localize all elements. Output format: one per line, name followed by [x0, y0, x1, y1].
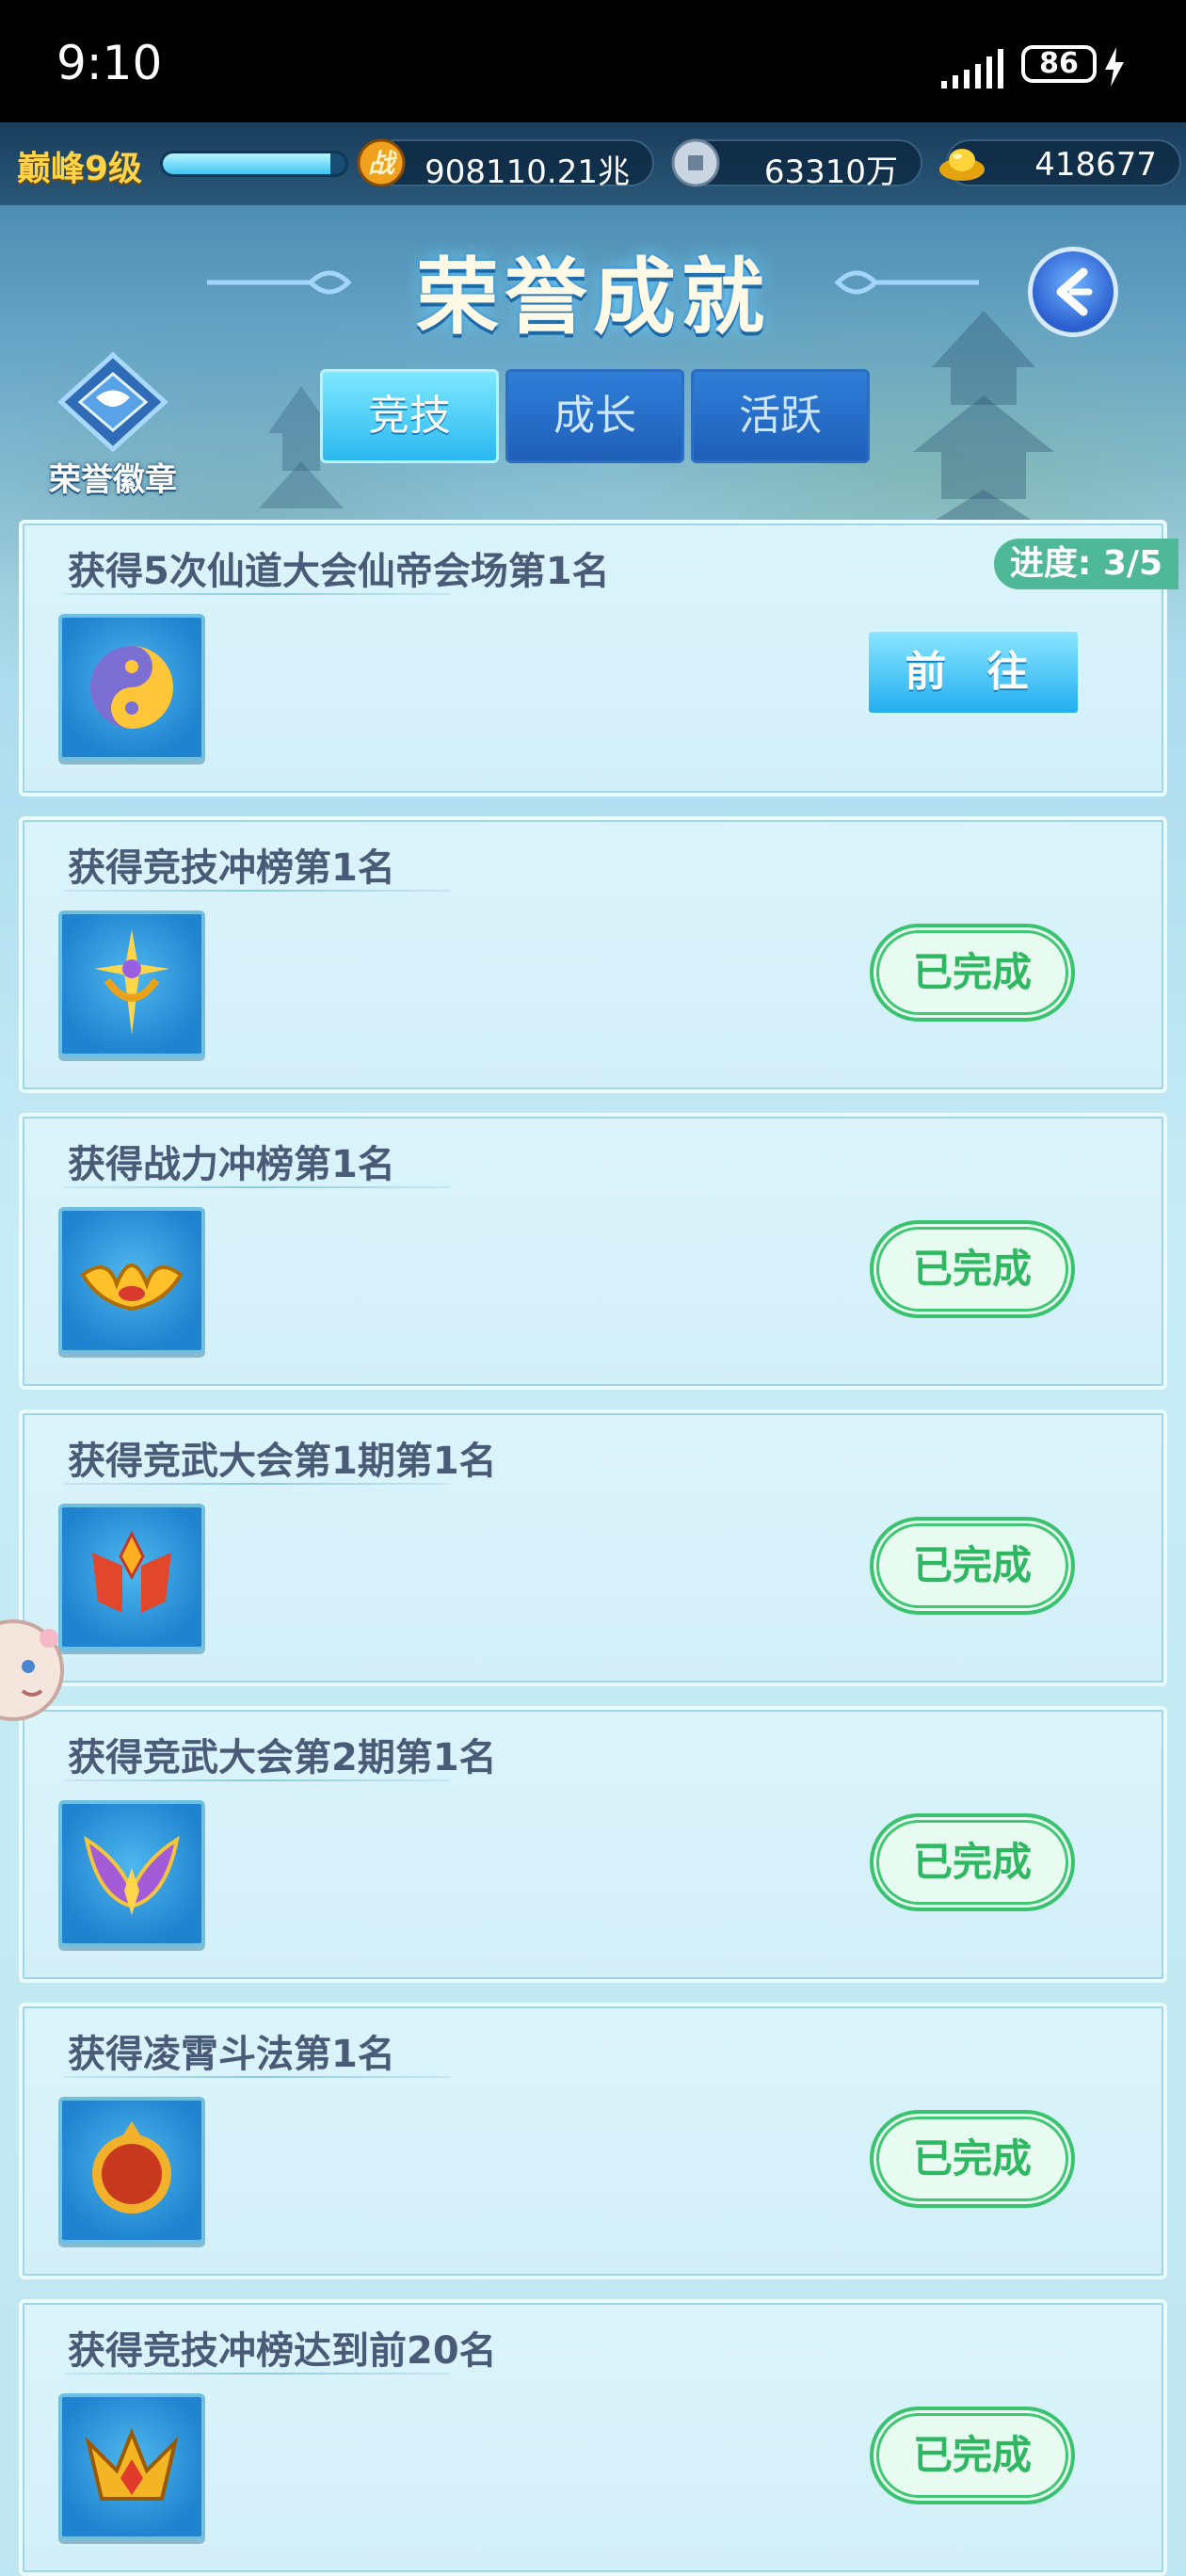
achievement-card: 获得竞武大会第1期第1名 已完成 [19, 1409, 1167, 1686]
resource-bar: 巅峰9级 908110.21兆 战 63310万 418677 [0, 122, 1186, 205]
achievement-card: 获得5次仙道大会仙帝会场第1名 进度: 3/5 前 往 [19, 520, 1178, 797]
combat-power-icon: 战 [356, 137, 407, 188]
title-banner: 荣誉成就 [207, 231, 979, 346]
silver-coin-icon [670, 137, 721, 188]
achievement-card: 获得竞武大会第2期第1名 已完成 [19, 1706, 1167, 1983]
go-button[interactable]: 前 往 [866, 629, 1081, 716]
achievement-title: 获得竞技冲榜第1名 [68, 846, 395, 890]
tab-competitive[interactable]: 竞技 [320, 369, 499, 463]
title-divider [64, 593, 450, 595]
achievement-title: 获得5次仙道大会仙帝会场第1名 [68, 550, 610, 593]
red-shield-emblem-icon [58, 2097, 205, 2244]
yin-yang-orb-icon [58, 614, 205, 761]
star-trident-icon [58, 910, 205, 1057]
achievement-card: 获得竞技冲榜达到前20名 已完成 [19, 2299, 1167, 2576]
title-divider [64, 1483, 450, 1485]
signal-strength-icon [941, 49, 1003, 89]
player-level: 巅峰9级 [17, 150, 143, 188]
completed-badge: 已完成 [870, 1220, 1075, 1318]
completed-badge: 已完成 [870, 1517, 1075, 1615]
svg-text:战: 战 [368, 148, 398, 179]
title-divider [64, 1779, 450, 1781]
back-button[interactable] [1028, 247, 1118, 337]
experience-bar [160, 151, 348, 177]
red-banner-crest-icon [58, 1504, 205, 1650]
tab-growth[interactable]: 成长 [505, 369, 684, 463]
battery-indicator: 86 [1021, 45, 1097, 83]
honor-badge-label: 荣誉徽章 [49, 461, 177, 499]
progress-tag: 进度: 3/5 [994, 539, 1178, 589]
achievement-title: 获得竞技冲榜达到前20名 [68, 2329, 497, 2373]
title-divider [64, 2076, 450, 2078]
experience-fill [163, 153, 331, 174]
combat-power-value: 908110.21兆 [425, 153, 630, 191]
achievement-card: 获得竞技冲榜第1名 已完成 [19, 816, 1167, 1093]
honor-badge-icon [57, 351, 168, 453]
completed-badge: 已完成 [870, 2110, 1075, 2208]
achievement-card: 获得凌霄斗法第1名 已完成 [19, 2003, 1167, 2279]
completed-badge: 已完成 [870, 924, 1075, 1022]
system-status-bar: 9:10 86 [0, 0, 1186, 122]
completed-badge: 已完成 [870, 2407, 1075, 2504]
achievement-title: 获得凌霄斗法第1名 [68, 2033, 395, 2076]
page-title: 荣誉成就 [415, 249, 770, 346]
gold-gem-crown-icon [58, 2393, 205, 2540]
combat-power-pill: 908110.21兆 [372, 139, 654, 191]
golden-crown-icon [58, 1207, 205, 1354]
tab-activity[interactable]: 活跃 [691, 369, 870, 463]
honor-badge-button[interactable]: 荣誉徽章 [38, 350, 188, 501]
completed-badge: 已完成 [870, 1813, 1075, 1911]
gold-value: 418677 [1034, 146, 1157, 184]
achievement-card: 获得战力冲榜第1名 已完成 [19, 1113, 1167, 1390]
back-arrow-icon [1056, 267, 1093, 316]
achievement-title: 获得竞武大会第1期第1名 [68, 1440, 497, 1483]
gold-ingot-icon [937, 137, 987, 188]
coin-value: 63310万 [763, 153, 898, 191]
winged-crest-icon [58, 1800, 205, 1947]
title-divider [64, 890, 450, 892]
charging-bolt-icon [1105, 47, 1124, 87]
achievement-title: 获得战力冲榜第1名 [68, 1143, 395, 1186]
status-time: 9:10 [56, 36, 163, 90]
mascot-face-icon [0, 1619, 64, 1721]
achievement-title: 获得竞武大会第2期第1名 [68, 1736, 497, 1779]
floating-mascot-button[interactable] [0, 1612, 66, 1734]
title-divider [64, 1186, 450, 1188]
title-divider [64, 2373, 450, 2375]
